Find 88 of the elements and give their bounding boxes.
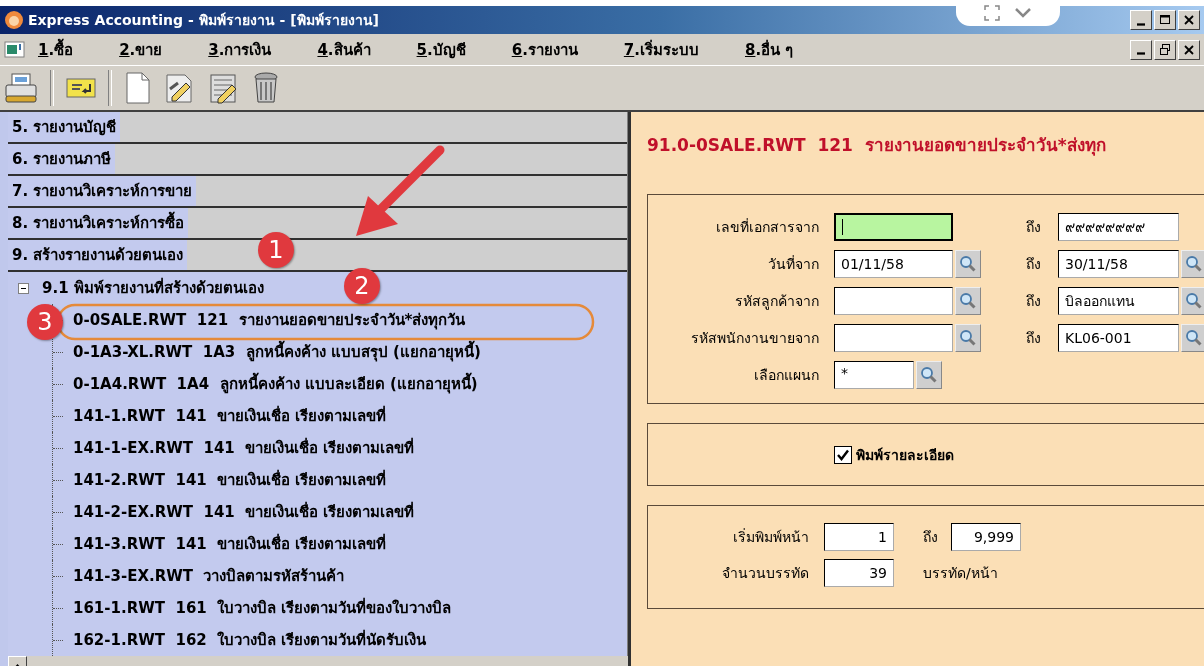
menu-item[interactable]: 3.การเงิน bbox=[202, 35, 278, 64]
report-item[interactable]: 0-0SALE.RWT 121 รายงานยอดขายประจำวัน*ส่งทุกวัน bbox=[70, 307, 469, 333]
window-title: Express Accounting - พิมพ์รายงาน - [พิมพ์รายงาน] bbox=[28, 11, 379, 30]
input-field[interactable]: 1 bbox=[824, 523, 894, 551]
input-field[interactable]: 9,999 bbox=[951, 523, 1021, 551]
checkbox[interactable] bbox=[834, 445, 852, 464]
search-icon bbox=[959, 254, 977, 273]
search-icon bbox=[959, 291, 977, 310]
menu-item[interactable]: 5.บัญชี bbox=[410, 35, 472, 64]
search-button[interactable] bbox=[1181, 286, 1204, 315]
report-item[interactable]: 162-1.RWT 162 ใบวางบิล เรียงตามวันที่นัดรับเงิน bbox=[70, 627, 430, 653]
report-category[interactable]: 8. รายงานวิเคราะห์การซื้อ bbox=[8, 208, 189, 238]
search-button[interactable] bbox=[955, 249, 981, 278]
field-label: ถึง bbox=[923, 528, 939, 547]
restore-icon bbox=[1158, 42, 1172, 57]
report-title: 91.0-0SALE.RWT 121 รายงานยอดขายประจำวัน*ส่งทุก bbox=[647, 134, 1107, 155]
search-button[interactable] bbox=[1181, 323, 1204, 352]
close-icon bbox=[1182, 42, 1196, 57]
minimize-button[interactable] bbox=[1130, 39, 1152, 60]
field-label: ถึง bbox=[1026, 291, 1042, 311]
report-item[interactable]: 161-1.RWT 161 ใบวางบิล เรียงตามวันที่ของใบวางบิล bbox=[70, 595, 455, 621]
report-category[interactable]: 5. รายงานบัญชี bbox=[8, 112, 121, 142]
report-item[interactable]: 141-2.RWT 141 ขายเงินเชื่อ เรียงตามเลขที่ bbox=[70, 467, 390, 493]
field-label: ถึง bbox=[1026, 328, 1042, 348]
report-item[interactable]: 141-2-EX.RWT 141 ขายเงินเชื่อ เรียงตามเลขที่ bbox=[70, 499, 418, 525]
report-item[interactable]: 0-1A3-XL.RWT 1A3 ลูกหนี้คงค้าง แบบสรุป (แยกอายุหนี้) bbox=[70, 339, 484, 365]
field-label: ถึง bbox=[1026, 254, 1042, 274]
minimize-icon bbox=[1137, 52, 1145, 55]
field-label: เลือกแผนก bbox=[753, 365, 820, 385]
search-button[interactable] bbox=[955, 323, 981, 352]
card-icon[interactable] bbox=[66, 75, 96, 101]
collapse-icon[interactable] bbox=[18, 282, 29, 294]
search-icon bbox=[1185, 291, 1203, 310]
input-field[interactable] bbox=[834, 323, 953, 352]
maximize-button[interactable] bbox=[1154, 10, 1176, 30]
close-button[interactable] bbox=[1178, 10, 1200, 30]
report-item[interactable]: 141-1.RWT 141 ขายเงินเชื่อ เรียงตามเลขที่ bbox=[70, 403, 390, 429]
report-item[interactable]: 141-3-EX.RWT วางบิลตามรหัสร้านค้า bbox=[70, 563, 348, 589]
field-label: จำนวนบรรทัด bbox=[721, 564, 810, 583]
input-field[interactable] bbox=[834, 212, 953, 241]
field-label: รหัสพนักงานขายจาก bbox=[690, 328, 820, 348]
checkbox-label[interactable]: พิมพ์รายละเอียด bbox=[856, 443, 954, 466]
search-button[interactable] bbox=[916, 360, 942, 389]
minimize-icon bbox=[1137, 22, 1145, 26]
unit-label: บรรทัด/หน้า bbox=[922, 564, 999, 583]
minimize-button[interactable] bbox=[1130, 10, 1152, 30]
app-logo-icon bbox=[4, 10, 24, 30]
field-label: เลขที่เอกสารจาก bbox=[715, 217, 820, 237]
report-item[interactable]: 0-1A4.RWT 1A4 ลูกหนี้คงค้าง แบบละเอียด (แยกอายุหนี้) bbox=[70, 371, 481, 397]
menu-item[interactable]: 8.อื่น ๆ bbox=[739, 35, 800, 64]
report-category[interactable]: 9. สร้างรายงานด้วยตนเอง bbox=[8, 240, 188, 270]
tree-folder[interactable]: 9.1 พิมพ์รายงานที่สร้างด้วยตนเอง bbox=[39, 275, 267, 301]
menu-item[interactable]: 2.ขาย bbox=[113, 35, 169, 64]
input-field[interactable]: 30/11/58 bbox=[1058, 249, 1179, 278]
maximize-icon bbox=[1158, 13, 1172, 27]
menu-item[interactable]: 6.รายงาน bbox=[505, 35, 584, 64]
menu-item[interactable]: 4.สินค้า bbox=[311, 35, 377, 64]
restore-button[interactable] bbox=[1154, 39, 1176, 60]
search-button[interactable] bbox=[1181, 249, 1204, 278]
search-icon bbox=[959, 328, 977, 347]
menu-item[interactable]: 1.ซื้อ bbox=[32, 35, 80, 64]
field-label: รหัสลูกค้าจาก bbox=[734, 291, 820, 312]
menu-item[interactable]: 7.เริ่มระบบ bbox=[617, 35, 705, 64]
input-field[interactable]: บิลออกแทน bbox=[1058, 286, 1179, 315]
close-icon bbox=[1182, 13, 1196, 27]
report-category[interactable]: 7. รายงานวิเคราะห์การขาย bbox=[8, 176, 197, 206]
close-button[interactable] bbox=[1178, 39, 1200, 60]
chevron-down-icon[interactable] bbox=[1014, 7, 1032, 19]
report-item[interactable]: 141-1-EX.RWT 141 ขายเงินเชื่อ เรียงตามเลขที่ bbox=[70, 435, 418, 461]
field-label: ถึง bbox=[1026, 217, 1042, 237]
input-field[interactable]: * bbox=[834, 360, 914, 389]
document-icon[interactable] bbox=[4, 40, 26, 59]
input-field[interactable] bbox=[834, 286, 953, 315]
input-field[interactable]: ๙๙๙๙๙๙๙๙ bbox=[1058, 212, 1179, 241]
report-category[interactable]: 6. รายงานภาษี bbox=[8, 144, 116, 174]
search-icon bbox=[920, 365, 938, 384]
trash-icon[interactable] bbox=[252, 71, 280, 105]
field-label: เริ่มพิมพ์หน้า bbox=[732, 527, 810, 547]
input-field[interactable]: KL06-001 bbox=[1058, 323, 1179, 352]
input-field[interactable]: 39 bbox=[824, 559, 894, 587]
report-item[interactable]: 141-3.RWT 141 ขายเงินเชื่อ เรียงตามเลขที่ bbox=[70, 531, 390, 557]
printer-icon[interactable] bbox=[4, 71, 38, 105]
document-icon[interactable] bbox=[124, 71, 152, 105]
input-field[interactable]: 01/11/58 bbox=[834, 249, 953, 278]
field-label: วันที่จาก bbox=[767, 254, 820, 274]
search-icon bbox=[1185, 254, 1203, 273]
search-icon bbox=[1185, 328, 1203, 347]
search-button[interactable] bbox=[955, 286, 981, 315]
